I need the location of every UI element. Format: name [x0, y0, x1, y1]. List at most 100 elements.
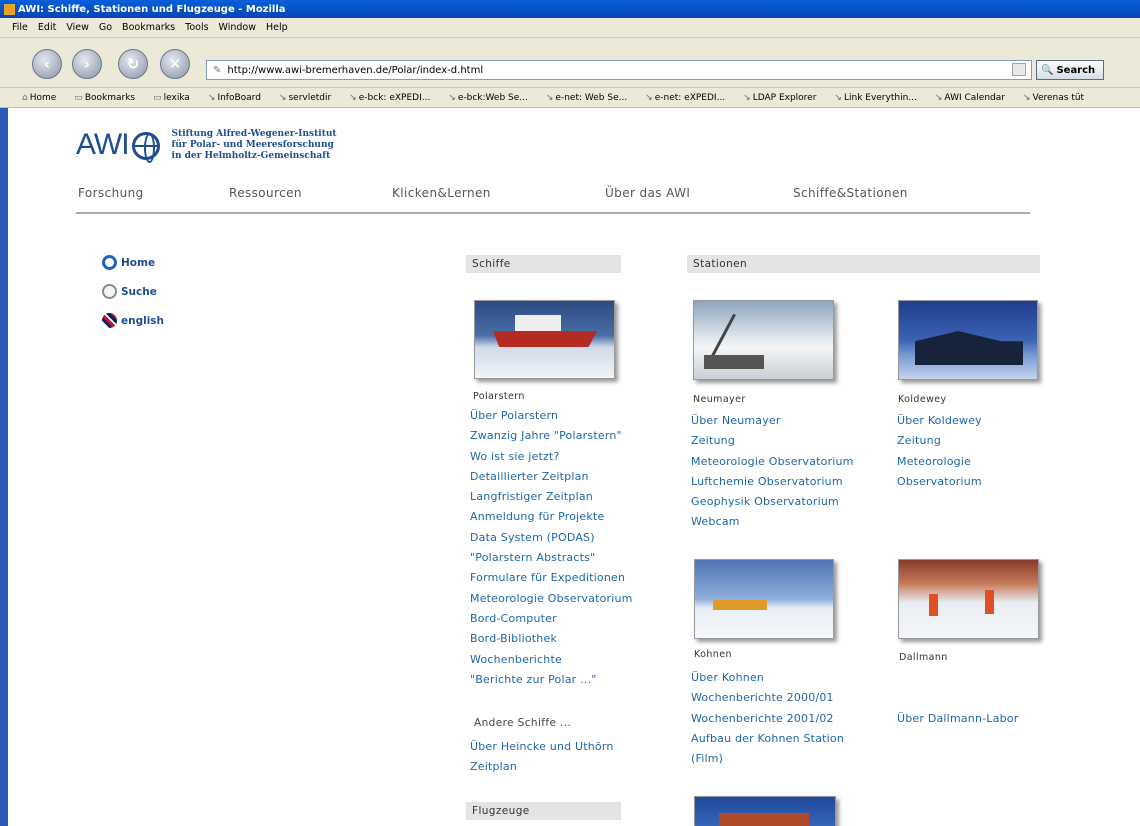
link-berichte-zur-polar[interactable]: "Berichte zur Polar ..." [470, 670, 633, 690]
crane-vehicle [704, 355, 764, 369]
mozilla-app-icon [4, 3, 15, 15]
link-koldewey-zeitung[interactable]: Zeitung [897, 431, 982, 451]
caption-koldewey: Koldewey [898, 394, 947, 405]
link-ueber-neumayer[interactable]: Über Neumayer [691, 411, 854, 431]
link-ueber-polarstern[interactable]: Über Polarstern [470, 406, 633, 426]
bookmark-icon: ↘ [645, 92, 653, 103]
link-neumayer-zeitung[interactable]: Zeitung [691, 431, 854, 451]
menu-bookmarks[interactable]: Bookmarks [122, 22, 175, 33]
back-button[interactable]: ‹ [32, 49, 62, 79]
logo-text: AWI [76, 128, 130, 161]
link-ueber-kohnen[interactable]: Über Kohnen [691, 668, 844, 688]
menu-window[interactable]: Window [219, 22, 256, 33]
folder-icon: ▭ [153, 92, 162, 103]
menu-help[interactable]: Help [266, 22, 288, 33]
link-wo-ist-sie-jetzt[interactable]: Wo ist sie jetzt? [470, 447, 633, 467]
link-meteorologie-observatorium[interactable]: Meteorologie Observatorium [470, 589, 633, 609]
bookmark-ldap-explorer[interactable]: ↘ LDAP Explorer [743, 93, 825, 103]
link-webcam[interactable]: Webcam [691, 512, 854, 532]
window-left-edge [0, 108, 8, 826]
address-dropdown-button[interactable] [1012, 63, 1026, 76]
link-bord-bibliothek[interactable]: Bord-Bibliothek [470, 629, 633, 649]
search-button[interactable]: 🔍 Search [1036, 60, 1104, 80]
bookmark-awi-calendar[interactable]: ↘ AWI Calendar [935, 93, 1014, 103]
nav-forschung[interactable]: Forschung [78, 186, 144, 200]
bookmark-enet-webse[interactable]: ↘ e-net: Web Se... [546, 93, 636, 103]
side-link-english[interactable]: english [102, 313, 164, 328]
home-icon: ⌂ [22, 92, 28, 103]
stop-button[interactable]: ✕ [160, 49, 190, 79]
nav-ueber-das-awi[interactable]: Über das AWI [605, 186, 690, 200]
home-icon [102, 255, 117, 270]
menu-edit[interactable]: Edit [38, 22, 56, 33]
menu-go[interactable]: Go [99, 22, 112, 33]
reload-button[interactable]: ↻ [118, 49, 148, 79]
side-link-home[interactable]: Home [102, 255, 155, 270]
kohnen-links: Über Kohnen Wochenberichte 2000/01 Woche… [691, 668, 844, 769]
arrow-left-icon: ‹ [43, 55, 51, 73]
link-koldewey-observatorium[interactable]: Observatorium [897, 472, 982, 492]
station-container [713, 600, 767, 610]
nav-ressourcen[interactable]: Ressourcen [229, 186, 302, 200]
title-bar: AWI: Schiffe, Stationen und Flugzeuge - … [0, 0, 1140, 18]
dallmann-image[interactable] [898, 559, 1039, 639]
bookmark-enet-expedi[interactable]: ↘ e-net: eXPEDI... [645, 93, 734, 103]
aircraft-station-image[interactable] [694, 796, 836, 826]
koldewey-image[interactable] [898, 300, 1038, 380]
neumayer-links: Über Neumayer Zeitung Meteorologie Obser… [691, 411, 854, 533]
nav-schiffe-stationen[interactable]: Schiffe&Stationen [793, 186, 908, 200]
awi-logo[interactable]: AWI Stiftung Alfred-Wegener-Institut für… [76, 128, 337, 163]
link-heincke-uthoern[interactable]: Über Heincke und Uthörn [470, 737, 614, 757]
bookmark-ebck-expedi[interactable]: ↘ e-bck: eXPEDI... [349, 93, 439, 103]
bookmark-icon: ↘ [743, 92, 751, 103]
link-film[interactable]: (Film) [691, 749, 844, 769]
link-data-system-podas[interactable]: Data System (PODAS) [470, 528, 633, 548]
uk-flag-icon [102, 313, 117, 328]
link-ueber-koldewey[interactable]: Über Koldewey [897, 411, 982, 431]
person-figure [929, 594, 938, 616]
link-koldewey-meteorologie[interactable]: Meteorologie [897, 452, 982, 472]
link-aufbau-kohnen[interactable]: Aufbau der Kohnen Station [691, 729, 844, 749]
bookmark-home[interactable]: ⌂ Home [22, 93, 65, 103]
menu-view[interactable]: View [66, 22, 89, 33]
link-detaillierter-zeitplan[interactable]: Detaillierter Zeitplan [470, 467, 633, 487]
bookmark-link-everything[interactable]: ↘ Link Everythin... [834, 93, 925, 103]
link-bord-computer[interactable]: Bord-Computer [470, 609, 633, 629]
caption-neumayer: Neumayer [693, 394, 746, 405]
link-wochenberichte[interactable]: Wochenberichte [470, 650, 633, 670]
link-polarstern-abstracts[interactable]: "Polarstern Abstracts" [470, 548, 633, 568]
link-formulare-expeditionen[interactable]: Formulare für Expeditionen [470, 568, 633, 588]
folder-icon: ▭ [74, 92, 83, 103]
bookmark-lexika[interactable]: ▭ lexika [153, 93, 199, 103]
link-zeitplan[interactable]: Zeitplan [470, 757, 614, 777]
bookmark-icon: ↘ [278, 92, 287, 103]
link-langfristiger-zeitplan[interactable]: Langfristiger Zeitplan [470, 487, 633, 507]
bookmarks-toolbar: ⌂ Home ▭ Bookmarks ▭ lexika ↘ InfoBoard ↘ ser… [0, 88, 1140, 108]
bookmark-ebck-webse[interactable]: ↘ e-bck:Web Se... [448, 93, 537, 103]
link-wochenberichte-2001[interactable]: Wochenberichte 2001/02 [691, 709, 844, 729]
bookmark-verenas-tuet[interactable]: ↘ Verenas tüt [1023, 93, 1093, 103]
kohnen-image[interactable] [694, 559, 834, 639]
link-neumayer-meteorologie[interactable]: Meteorologie Observatorium [691, 452, 854, 472]
nav-klicken-lernen[interactable]: Klicken&Lernen [392, 186, 491, 200]
link-luftchemie-observatorium[interactable]: Luftchemie Observatorium [691, 472, 854, 492]
side-link-search[interactable]: Suche [102, 284, 157, 299]
link-ueber-dallmann[interactable]: Über Dallmann-Labor [897, 709, 1018, 729]
menu-tools[interactable]: Tools [185, 22, 208, 33]
bookmark-bookmarks[interactable]: ▭ Bookmarks [74, 93, 144, 103]
link-geophysik-observatorium[interactable]: Geophysik Observatorium [691, 492, 854, 512]
section-header-stationen: Stationen [687, 255, 1040, 273]
bookmark-infoboard[interactable]: ↘ InfoBoard [208, 93, 270, 103]
address-bar[interactable]: ✎ http://www.awi-bremerhaven.de/Polar/in… [206, 60, 1032, 80]
bookmark-icon: ↘ [1022, 92, 1031, 103]
neumayer-image[interactable] [693, 300, 834, 380]
link-anmeldung-projekte[interactable]: Anmeldung für Projekte [470, 507, 633, 527]
forward-button[interactable]: › [72, 49, 102, 79]
magnifier-icon [102, 284, 117, 299]
menu-file[interactable]: File [12, 22, 28, 33]
ship-hull [493, 331, 597, 347]
bookmark-servletdir[interactable]: ↘ servletdir [279, 93, 340, 103]
polarstern-image[interactable] [474, 300, 615, 379]
link-zwanzig-jahre[interactable]: Zwanzig Jahre "Polarstern" [470, 426, 633, 446]
link-wochenberichte-2000[interactable]: Wochenberichte 2000/01 [691, 688, 844, 708]
